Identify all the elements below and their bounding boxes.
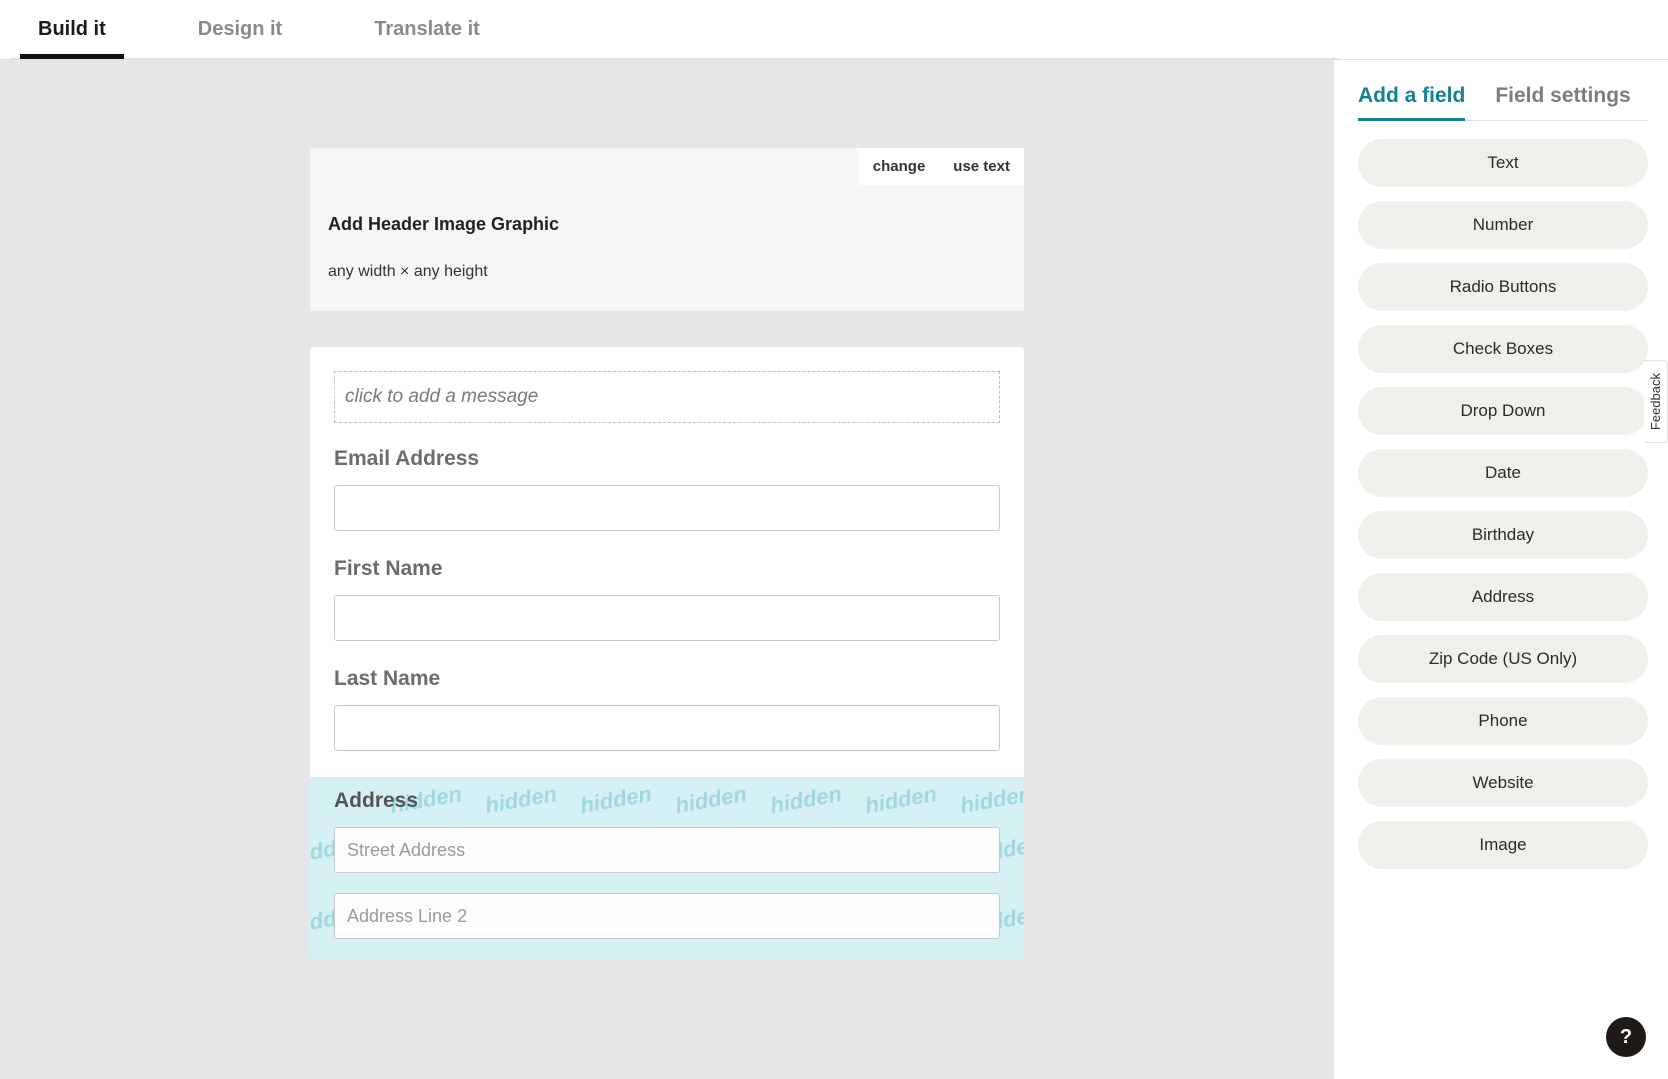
tab-translate[interactable]: Translate it <box>356 2 498 58</box>
tab-design[interactable]: Design it <box>180 2 300 58</box>
form-canvas: change use text Add Header Image Graphic… <box>0 59 1334 1079</box>
field-label: Address <box>334 789 1000 813</box>
add-website-field[interactable]: Website <box>1358 759 1648 807</box>
field-first-name[interactable]: First Name <box>334 557 1000 641</box>
street-address-input[interactable] <box>334 827 1000 873</box>
add-radio-field[interactable]: Radio Buttons <box>1358 263 1648 311</box>
field-last-name[interactable]: Last Name <box>334 667 1000 751</box>
header-image-block[interactable]: change use text Add Header Image Graphic… <box>310 148 1024 311</box>
add-phone-field[interactable]: Phone <box>1358 697 1648 745</box>
add-date-field[interactable]: Date <box>1358 449 1648 497</box>
add-message-box[interactable]: click to add a message <box>334 371 1000 423</box>
header-change-button[interactable]: change <box>859 148 940 185</box>
field-address-hidden[interactable]: hidden hidden hidden hidden hidden hidde… <box>310 777 1024 959</box>
last-name-input[interactable] <box>334 705 1000 751</box>
tab-build[interactable]: Build it <box>20 2 124 58</box>
add-address-field[interactable]: Address <box>1358 573 1648 621</box>
sidebar-tabs: Add a field Field settings <box>1358 84 1648 121</box>
header-use-text-button[interactable]: use text <box>939 148 1024 185</box>
header-image-title: Add Header Image Graphic <box>328 214 1006 235</box>
add-image-field[interactable]: Image <box>1358 821 1648 869</box>
email-input[interactable] <box>334 485 1000 531</box>
feedback-tab[interactable]: Feedback <box>1644 360 1668 443</box>
add-zip-field[interactable]: Zip Code (US Only) <box>1358 635 1648 683</box>
first-name-input[interactable] <box>334 595 1000 641</box>
right-sidebar: Add a field Field settings Text Number R… <box>1334 59 1668 1079</box>
help-button[interactable]: ? <box>1606 1017 1646 1057</box>
field-label: First Name <box>334 557 1000 581</box>
add-dropdown-field[interactable]: Drop Down <box>1358 387 1648 435</box>
field-email[interactable]: Email Address <box>334 447 1000 531</box>
add-birthday-field[interactable]: Birthday <box>1358 511 1648 559</box>
field-label: Last Name <box>334 667 1000 691</box>
add-number-field[interactable]: Number <box>1358 201 1648 249</box>
tab-add-field[interactable]: Add a field <box>1358 84 1465 120</box>
form-card: click to add a message Email Address Fir… <box>310 347 1024 959</box>
tab-field-settings[interactable]: Field settings <box>1495 84 1630 120</box>
address-line2-input[interactable] <box>334 893 1000 939</box>
top-tabs: Build it Design it Translate it <box>10 0 1338 59</box>
add-checkbox-field[interactable]: Check Boxes <box>1358 325 1648 373</box>
header-image-dims: any width × any height <box>328 263 1006 281</box>
field-label: Email Address <box>334 447 1000 471</box>
add-text-field[interactable]: Text <box>1358 139 1648 187</box>
